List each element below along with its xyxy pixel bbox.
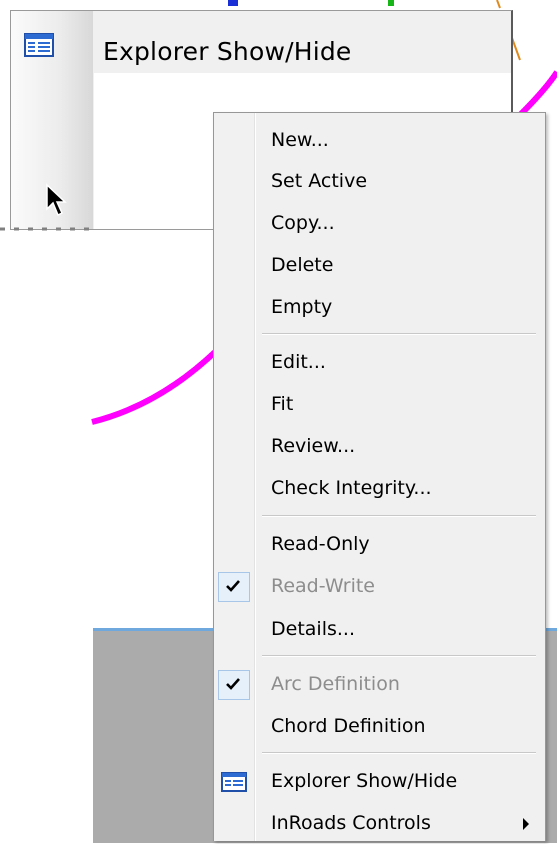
menu-separator xyxy=(262,752,536,754)
menu-item-explorer-show-hide[interactable]: Explorer Show/Hide xyxy=(214,762,545,802)
menu-separator xyxy=(262,515,536,517)
menu-item-label: Set Active xyxy=(271,170,368,192)
orange-line-2 xyxy=(496,0,501,9)
menu-item-label: Read-Write xyxy=(271,575,375,597)
menu-item-label: New... xyxy=(271,129,329,151)
menu-item-label: Arc Definition xyxy=(271,673,400,695)
menu-item-label: Edit... xyxy=(271,351,326,373)
menu-item-label: Read-Only xyxy=(271,533,370,555)
menu-item-edit[interactable]: Edit... xyxy=(214,343,545,383)
orange-line xyxy=(511,37,521,61)
menu-item-label: Review... xyxy=(271,435,356,457)
menu-item-empty[interactable]: Empty xyxy=(214,288,545,328)
menu-item-label: Copy... xyxy=(271,212,335,234)
menu-item-review[interactable]: Review... xyxy=(214,427,545,467)
menu-item-arc-definition[interactable]: Arc Definition xyxy=(214,665,545,705)
checkmark-box xyxy=(218,670,250,700)
menu-item-read-write[interactable]: Read-Write xyxy=(214,567,545,607)
context-menu: New... Set Active Copy... Delete Empty E… xyxy=(213,112,546,841)
menu-separator xyxy=(262,655,536,657)
menu-item-label: Fit xyxy=(271,393,294,415)
menu-item-label: Delete xyxy=(271,254,334,276)
checkmark-icon xyxy=(226,678,240,690)
menu-item-check-integrity[interactable]: Check Integrity... xyxy=(214,469,545,509)
menu-item-label: Details... xyxy=(271,618,355,640)
menu-item-inroads-controls[interactable]: InRoads Controls xyxy=(214,804,545,844)
menu-item-read-only[interactable]: Read-Only xyxy=(214,525,545,565)
menu-item-new[interactable]: New... xyxy=(214,121,545,161)
menu-item-delete[interactable]: Delete xyxy=(214,246,545,286)
menu-item-chord-definition[interactable]: Chord Definition xyxy=(214,707,545,747)
explorer-icon xyxy=(24,33,54,57)
menu-item-label: Explorer Show/Hide xyxy=(271,770,458,792)
checkmark-box xyxy=(218,572,250,602)
dashed-line xyxy=(0,227,90,231)
explorer-window-title[interactable]: Explorer Show/Hide xyxy=(103,37,352,66)
menu-item-copy[interactable]: Copy... xyxy=(214,204,545,244)
magenta-curve xyxy=(91,349,218,425)
checkmark-icon xyxy=(226,580,240,592)
menu-item-details[interactable]: Details... xyxy=(214,610,545,650)
menu-item-label: Check Integrity... xyxy=(271,477,432,499)
submenu-arrow-icon xyxy=(523,818,529,830)
menu-separator xyxy=(262,333,536,335)
magenta-curve-top xyxy=(517,70,557,118)
explorer-icon xyxy=(221,772,247,792)
menu-item-set-active[interactable]: Set Active xyxy=(214,162,545,202)
menu-item-fit[interactable]: Fit xyxy=(214,385,545,425)
mouse-pointer-icon xyxy=(46,183,67,217)
menu-item-label: InRoads Controls xyxy=(271,812,431,834)
menu-item-label: Empty xyxy=(271,296,333,318)
menu-item-label: Chord Definition xyxy=(271,715,426,737)
